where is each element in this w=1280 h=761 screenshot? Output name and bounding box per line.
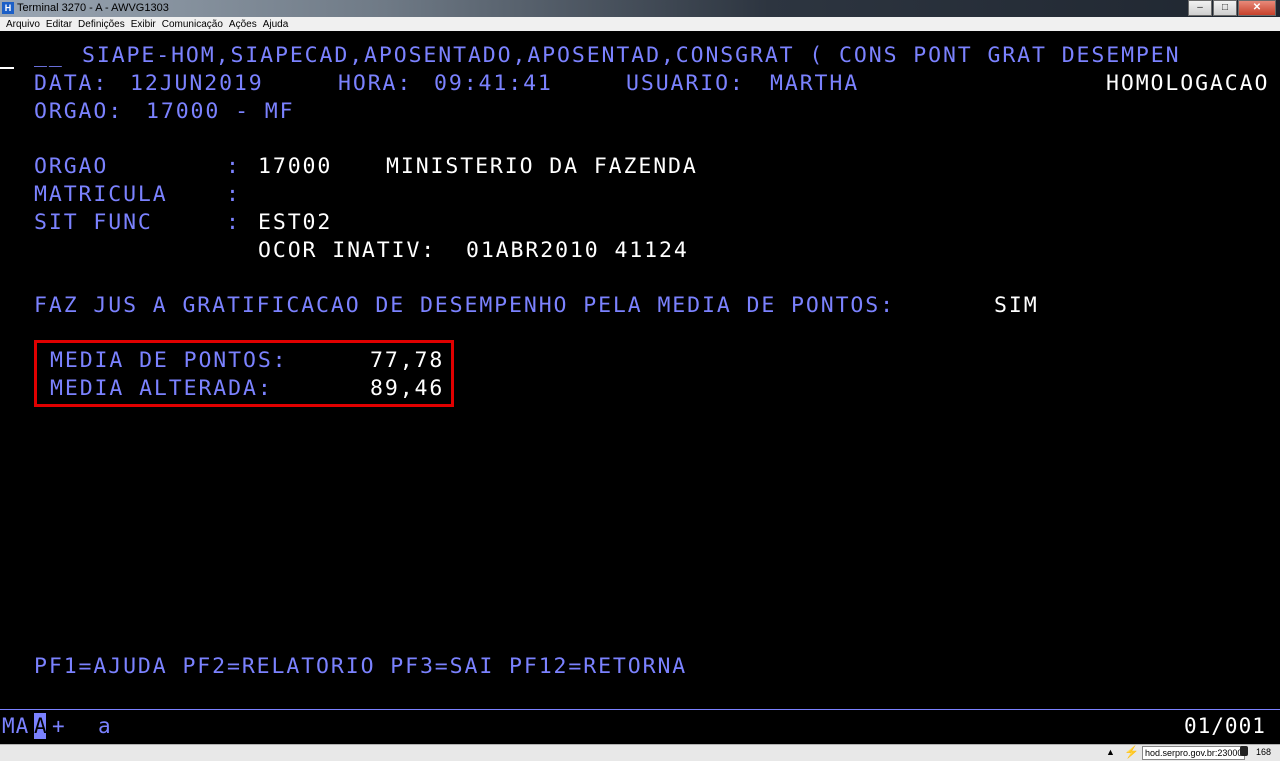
matricula-sep: : bbox=[226, 182, 241, 207]
connection-icon: ⚡ bbox=[1124, 745, 1139, 759]
status-count: 168 bbox=[1256, 747, 1272, 757]
matricula-label: MATRICULA bbox=[34, 182, 168, 207]
orgao-code: 17000 bbox=[258, 154, 333, 179]
menu-arquivo[interactable]: Arquivo bbox=[6, 19, 40, 30]
media-alterada-value: 89,46 bbox=[370, 376, 445, 401]
environment-label: HOMOLOGACAO bbox=[1106, 71, 1270, 96]
menu-bar: Arquivo Editar Definições Exibir Comunic… bbox=[0, 17, 1280, 31]
terminal-app-icon: H bbox=[2, 2, 14, 14]
orgao-sep: : bbox=[226, 154, 241, 179]
oia-a: a bbox=[98, 714, 112, 738]
window-title: Terminal 3270 - A - AWVG1303 bbox=[17, 2, 169, 14]
menu-exibir[interactable]: Exibir bbox=[131, 19, 156, 30]
sit-func-value: EST02 bbox=[258, 210, 333, 235]
menu-editar[interactable]: Editar bbox=[46, 19, 72, 30]
orgao-name: MINISTERIO DA FAZENDA bbox=[386, 154, 698, 179]
field-cursor-mark bbox=[0, 67, 14, 69]
data-label: DATA: bbox=[34, 71, 109, 96]
window-title-bar: H Terminal 3270 - A - AWVG1303 – □ ✕ bbox=[0, 0, 1280, 17]
hora-label: HORA: bbox=[338, 71, 413, 96]
ocor-inativ-label: OCOR INATIV: bbox=[258, 238, 437, 263]
oia-cursor: A bbox=[34, 713, 48, 739]
transaction-path: SIAPE-HOM,SIAPECAD,APOSENTADO,APOSENTAD,… bbox=[82, 43, 1181, 68]
faz-jus-value: SIM bbox=[994, 293, 1039, 318]
media-alterada-label: MEDIA ALTERADA: bbox=[50, 376, 273, 401]
close-button[interactable]: ✕ bbox=[1238, 0, 1276, 16]
orgao-header-label: ORGAO: bbox=[34, 99, 124, 124]
terminal-screen[interactable]: __ SIAPE-HOM,SIAPECAD,APOSENTADO,APOSENT… bbox=[0, 31, 1280, 744]
maximize-button[interactable]: □ bbox=[1213, 0, 1237, 16]
host-address: hod.serpro.gov.br:23000 bbox=[1142, 746, 1246, 760]
menu-comunicacao[interactable]: Comunicação bbox=[162, 19, 223, 30]
media-pontos-label: MEDIA DE PONTOS: bbox=[50, 348, 288, 373]
oia-separator bbox=[0, 709, 1280, 710]
sit-func-label: SIT FUNC bbox=[34, 210, 153, 235]
orgao-label: ORGAO bbox=[34, 154, 109, 179]
pf-keys-legend: PF1=AJUDA PF2=RELATORIO PF3=SAI PF12=RET… bbox=[34, 654, 688, 679]
scroll-up-icon[interactable]: ▲ bbox=[1106, 747, 1115, 757]
sit-func-sep: : bbox=[226, 210, 241, 235]
lock-icon bbox=[1240, 746, 1248, 756]
ocor-inativ-value: 01ABR2010 41124 bbox=[466, 238, 689, 263]
menu-acoes[interactable]: Ações bbox=[229, 19, 257, 30]
media-pontos-value: 77,78 bbox=[370, 348, 445, 373]
hora-value: 09:41:41 bbox=[434, 71, 553, 96]
transaction-input-field[interactable]: __ bbox=[34, 43, 64, 69]
orgao-header-value: 17000 - MF bbox=[146, 99, 295, 124]
faz-jus-label: FAZ JUS A GRATIFICACAO DE DESEMPENHO PEL… bbox=[34, 293, 895, 318]
menu-ajuda[interactable]: Ajuda bbox=[263, 19, 289, 30]
oia-plus: + bbox=[52, 714, 66, 738]
status-bar: ▲ ⚡ hod.serpro.gov.br:23000 168 bbox=[0, 744, 1280, 761]
data-value: 12JUN2019 bbox=[130, 71, 264, 96]
page-indicator: 01/001 bbox=[1184, 714, 1266, 738]
menu-definicoes[interactable]: Definições bbox=[78, 19, 125, 30]
usuario-value: MARTHA bbox=[770, 71, 860, 96]
minimize-button[interactable]: – bbox=[1188, 0, 1212, 16]
oia-mode: MA bbox=[2, 714, 30, 738]
usuario-label: USUARIO: bbox=[626, 71, 745, 96]
